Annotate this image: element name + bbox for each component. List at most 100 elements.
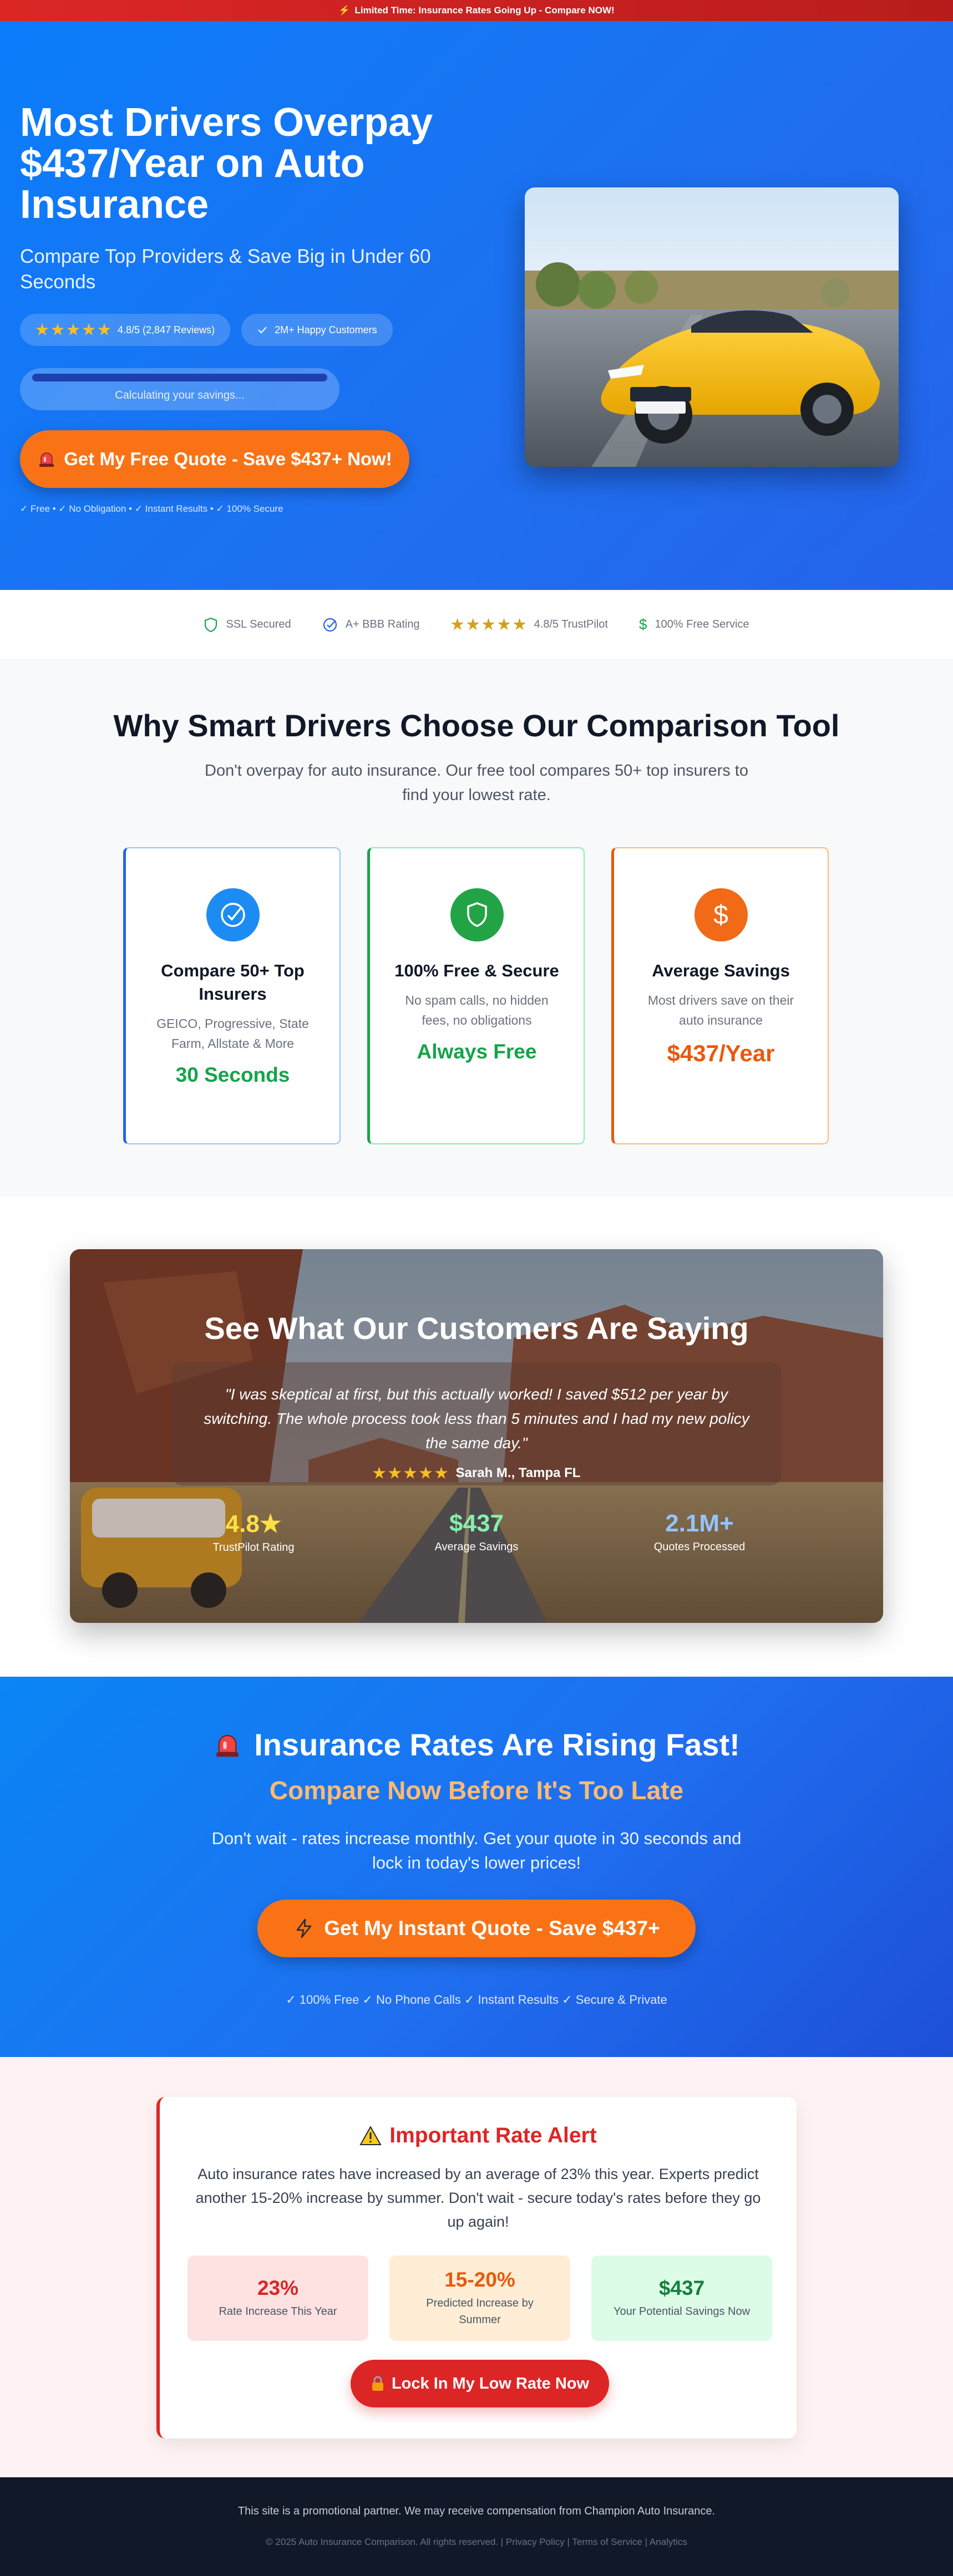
alert-stat-label: Your Potential Savings Now — [613, 2305, 751, 2318]
siren-icon — [39, 452, 54, 467]
analytics-link[interactable]: Analytics — [650, 2537, 687, 2547]
dollar-icon: $ — [694, 888, 748, 941]
progress-label: Calculating your savings... — [115, 389, 245, 401]
progress-fill — [32, 374, 327, 381]
free-service-badge: $ 100% Free Service — [639, 616, 749, 633]
stat-value: 2.1M+ — [665, 1510, 734, 1537]
savings-progress: Calculating your savings... — [20, 368, 339, 410]
five-stars-icon — [36, 323, 111, 337]
trust-bar: SSL Secured A+ BBB Rating 4.8/5 TrustPil… — [0, 590, 953, 660]
hero-footnote: ✓ Free • ✓ No Obligation • ✓ Instant Res… — [20, 503, 283, 514]
feature-title: Compare 50+ Top Insurers — [161, 961, 305, 1004]
alert-stat-value: 23% — [257, 2277, 299, 2299]
why-section: Why Smart Drivers Choose Our Comparison … — [0, 660, 953, 1197]
lock-icon — [372, 2376, 383, 2391]
footer-disclaimer: This site is a promotional partner. We m… — [237, 2505, 716, 2517]
hero-section: Most Drivers Overpay $437/Year on Auto I… — [0, 21, 953, 590]
dollar-icon: $ — [638, 616, 647, 633]
why-subtitle: Don't overpay for auto insurance. Our fr… — [205, 762, 748, 804]
footer: This site is a promotional partner. We m… — [0, 2477, 953, 2576]
hero-subtitle: Compare Top Providers & Save Big in Unde… — [20, 246, 431, 293]
feature-desc: Most drivers save on their auto insuranc… — [647, 993, 794, 1027]
why-title: Why Smart Drivers Choose Our Comparison … — [113, 708, 840, 743]
alert-stat-label: Predicted Increase by Summer — [426, 2297, 534, 2326]
progress-track — [32, 374, 327, 381]
alert-stat-predicted: 15-20% Predicted Increase by Summer — [389, 2256, 570, 2341]
limited-time-banner: ⚡ Limited Time: Insurance Rates Going Up… — [0, 0, 953, 21]
feature-highlight: Always Free — [417, 1040, 537, 1063]
check-circle-icon — [206, 888, 260, 941]
lock-rate-button[interactable]: Lock In My Low Rate Now — [351, 2360, 609, 2407]
five-stars-icon — [451, 618, 526, 632]
rising-text: Don't wait - rates increase monthly. Get… — [211, 1829, 742, 1872]
testimonial-stats: 4.8★ TrustPilot Rating $437 Average Savi… — [70, 1510, 883, 1554]
check-circle-icon — [323, 618, 337, 632]
feature-title: Average Savings — [652, 961, 790, 980]
shield-icon — [205, 617, 217, 632]
lightning-icon — [296, 1918, 312, 1938]
footer-copyright: © 2025 Auto Insurance Comparison. All ri… — [266, 2537, 504, 2547]
privacy-policy-link[interactable]: Privacy Policy — [506, 2537, 565, 2547]
bbb-badge: A+ BBB Rating — [322, 617, 420, 633]
lightning-icon: ⚡ — [338, 5, 351, 16]
check-icon — [258, 327, 267, 334]
stat-rating: 4.8★ TrustPilot Rating — [170, 1510, 337, 1554]
banner-text: Limited Time: Insurance Rates Going Up -… — [354, 5, 615, 16]
testimonials-title: See What Our Customers Are Saying — [204, 1311, 749, 1346]
alert-stat-label: Rate Increase This Year — [219, 2305, 337, 2318]
rising-subtitle: Compare Now Before It's Too Late — [269, 1776, 684, 1805]
shield-icon — [450, 888, 504, 941]
free-service-label: 100% Free Service — [655, 618, 749, 630]
sports-car-image — [525, 187, 899, 467]
alert-stat-increase: 23% Rate Increase This Year — [187, 2256, 368, 2341]
feature-desc: GEICO, Progressive, State Farm, Allstate… — [156, 1016, 309, 1051]
rates-rising-section: Insurance Rates Are Rising Fast! Compare… — [0, 1677, 953, 2057]
siren-icon — [216, 1734, 239, 1757]
stat-label: Quotes Processed — [653, 1541, 746, 1553]
rating-badge: 4.8/5 (2,847 Reviews) — [20, 314, 231, 346]
stat-value: $437 — [449, 1510, 504, 1537]
rating-badge-text: 4.8/5 (2,847 Reviews) — [118, 324, 215, 335]
ssl-badge: SSL Secured — [204, 617, 291, 633]
alert-stat-savings: $437 Your Potential Savings Now — [591, 2256, 772, 2341]
rate-alert-section: Important Rate Alert Auto insurance rate… — [0, 2057, 953, 2477]
trustpilot-label: 4.8/5 TrustPilot — [534, 618, 608, 630]
free-quote-button[interactable]: Get My Free Quote - Save $437+ Now! — [20, 430, 409, 488]
hero-title: Most Drivers Overpay $437/Year on Auto I… — [20, 100, 433, 227]
alert-stats: 23% Rate Increase This Year 15-20% Predi… — [187, 2256, 772, 2341]
warning-icon — [359, 2126, 382, 2145]
feature-card-free: 100% Free & Secure No spam calls, no hid… — [367, 847, 585, 1144]
feature-title: 100% Free & Secure — [394, 961, 559, 980]
free-quote-button-label: Get My Free Quote - Save $437+ Now! — [64, 449, 392, 469]
stat-value: 4.8★ — [225, 1510, 282, 1538]
stat-quotes: 2.1M+ Quotes Processed — [616, 1510, 783, 1554]
footer-links: © 2025 Auto Insurance Comparison. All ri… — [266, 2537, 687, 2547]
testimonial-author: Sarah M., Tampa FL — [455, 1465, 581, 1480]
testimonials-section: See What Our Customers Are Saying "I was… — [0, 1197, 953, 1677]
feature-card-savings: $ Average Savings Most drivers save on t… — [611, 847, 829, 1144]
instant-quote-button-label: Get My Instant Quote - Save $437+ — [324, 1917, 660, 1939]
lock-rate-button-label: Lock In My Low Rate Now — [391, 2374, 590, 2392]
alert-stat-value: $437 — [658, 2277, 705, 2299]
rising-title: Insurance Rates Are Rising Fast! — [254, 1727, 740, 1762]
bbb-label: A+ BBB Rating — [345, 618, 420, 630]
feature-desc: No spam calls, no hidden fees, no obliga… — [405, 993, 549, 1027]
stat-label: Average Savings — [434, 1541, 519, 1553]
customers-badge-text: 2M+ Happy Customers — [275, 324, 377, 335]
ssl-label: SSL Secured — [226, 618, 291, 630]
five-stars-icon — [373, 1467, 448, 1480]
testimonial-quote-box: "I was skeptical at first, but this actu… — [172, 1362, 781, 1485]
alert-text: Auto insurance rates have increased by a… — [195, 2166, 761, 2230]
feature-card-compare: Compare 50+ Top Insurers GEICO, Progress… — [123, 847, 341, 1144]
stat-label: TrustPilot Rating — [212, 1541, 295, 1554]
alert-title: Important Rate Alert — [389, 2124, 597, 2147]
testimonial-card: See What Our Customers Are Saying "I was… — [70, 1249, 883, 1623]
stat-savings: $437 Average Savings — [393, 1510, 560, 1554]
feature-highlight: $437/Year — [667, 1040, 775, 1066]
instant-quote-button[interactable]: Get My Instant Quote - Save $437+ — [257, 1900, 696, 1957]
customers-badge: 2M+ Happy Customers — [241, 314, 393, 346]
testimonial-quote: "I was skeptical at first, but this actu… — [204, 1386, 749, 1452]
rising-footnote: ✓ 100% Free ✓ No Phone Calls ✓ Instant R… — [286, 1993, 667, 2007]
terms-link[interactable]: Terms of Service — [572, 2537, 642, 2547]
trustpilot-badge: 4.8/5 TrustPilot — [451, 618, 608, 632]
